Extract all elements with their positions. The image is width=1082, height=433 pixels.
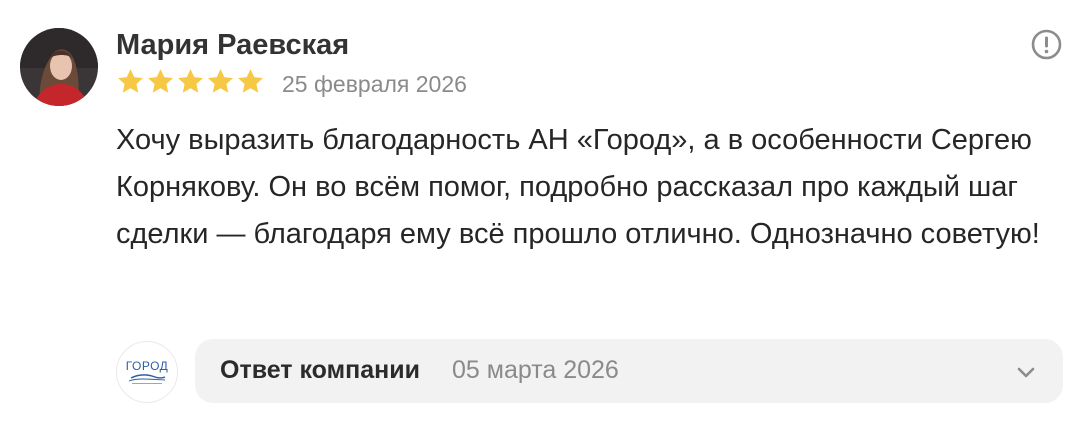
star-icon (148, 69, 173, 93)
company-reply-date: 05 марта 2026 (452, 356, 619, 384)
company-reply-label: Ответ компании (220, 356, 420, 384)
star-icon (208, 69, 233, 93)
author-name[interactable]: Мария Раевская (116, 29, 349, 62)
company-logo-text: ГОРОД (125, 359, 169, 373)
exclamation-circle-icon (1031, 29, 1062, 60)
company-reply-toggle[interactable]: Ответ компании 05 марта 2026 (195, 339, 1063, 403)
star-icon (178, 69, 203, 93)
star-icon (238, 69, 263, 93)
star-icon (118, 69, 143, 93)
review-text: Хочу выразить благодарность АН «Город», … (116, 124, 1040, 250)
report-button[interactable] (1030, 28, 1063, 61)
review-date: 25 февраля 2026 (282, 71, 467, 97)
author-avatar[interactable] (20, 28, 98, 106)
review-card: Мария Раевская 25 февраля 2026 Хочу выра… (0, 0, 1082, 433)
chevron-down-icon (1015, 361, 1037, 383)
rating-stars (116, 67, 265, 96)
company-logo[interactable]: ГОРОД (116, 341, 178, 403)
